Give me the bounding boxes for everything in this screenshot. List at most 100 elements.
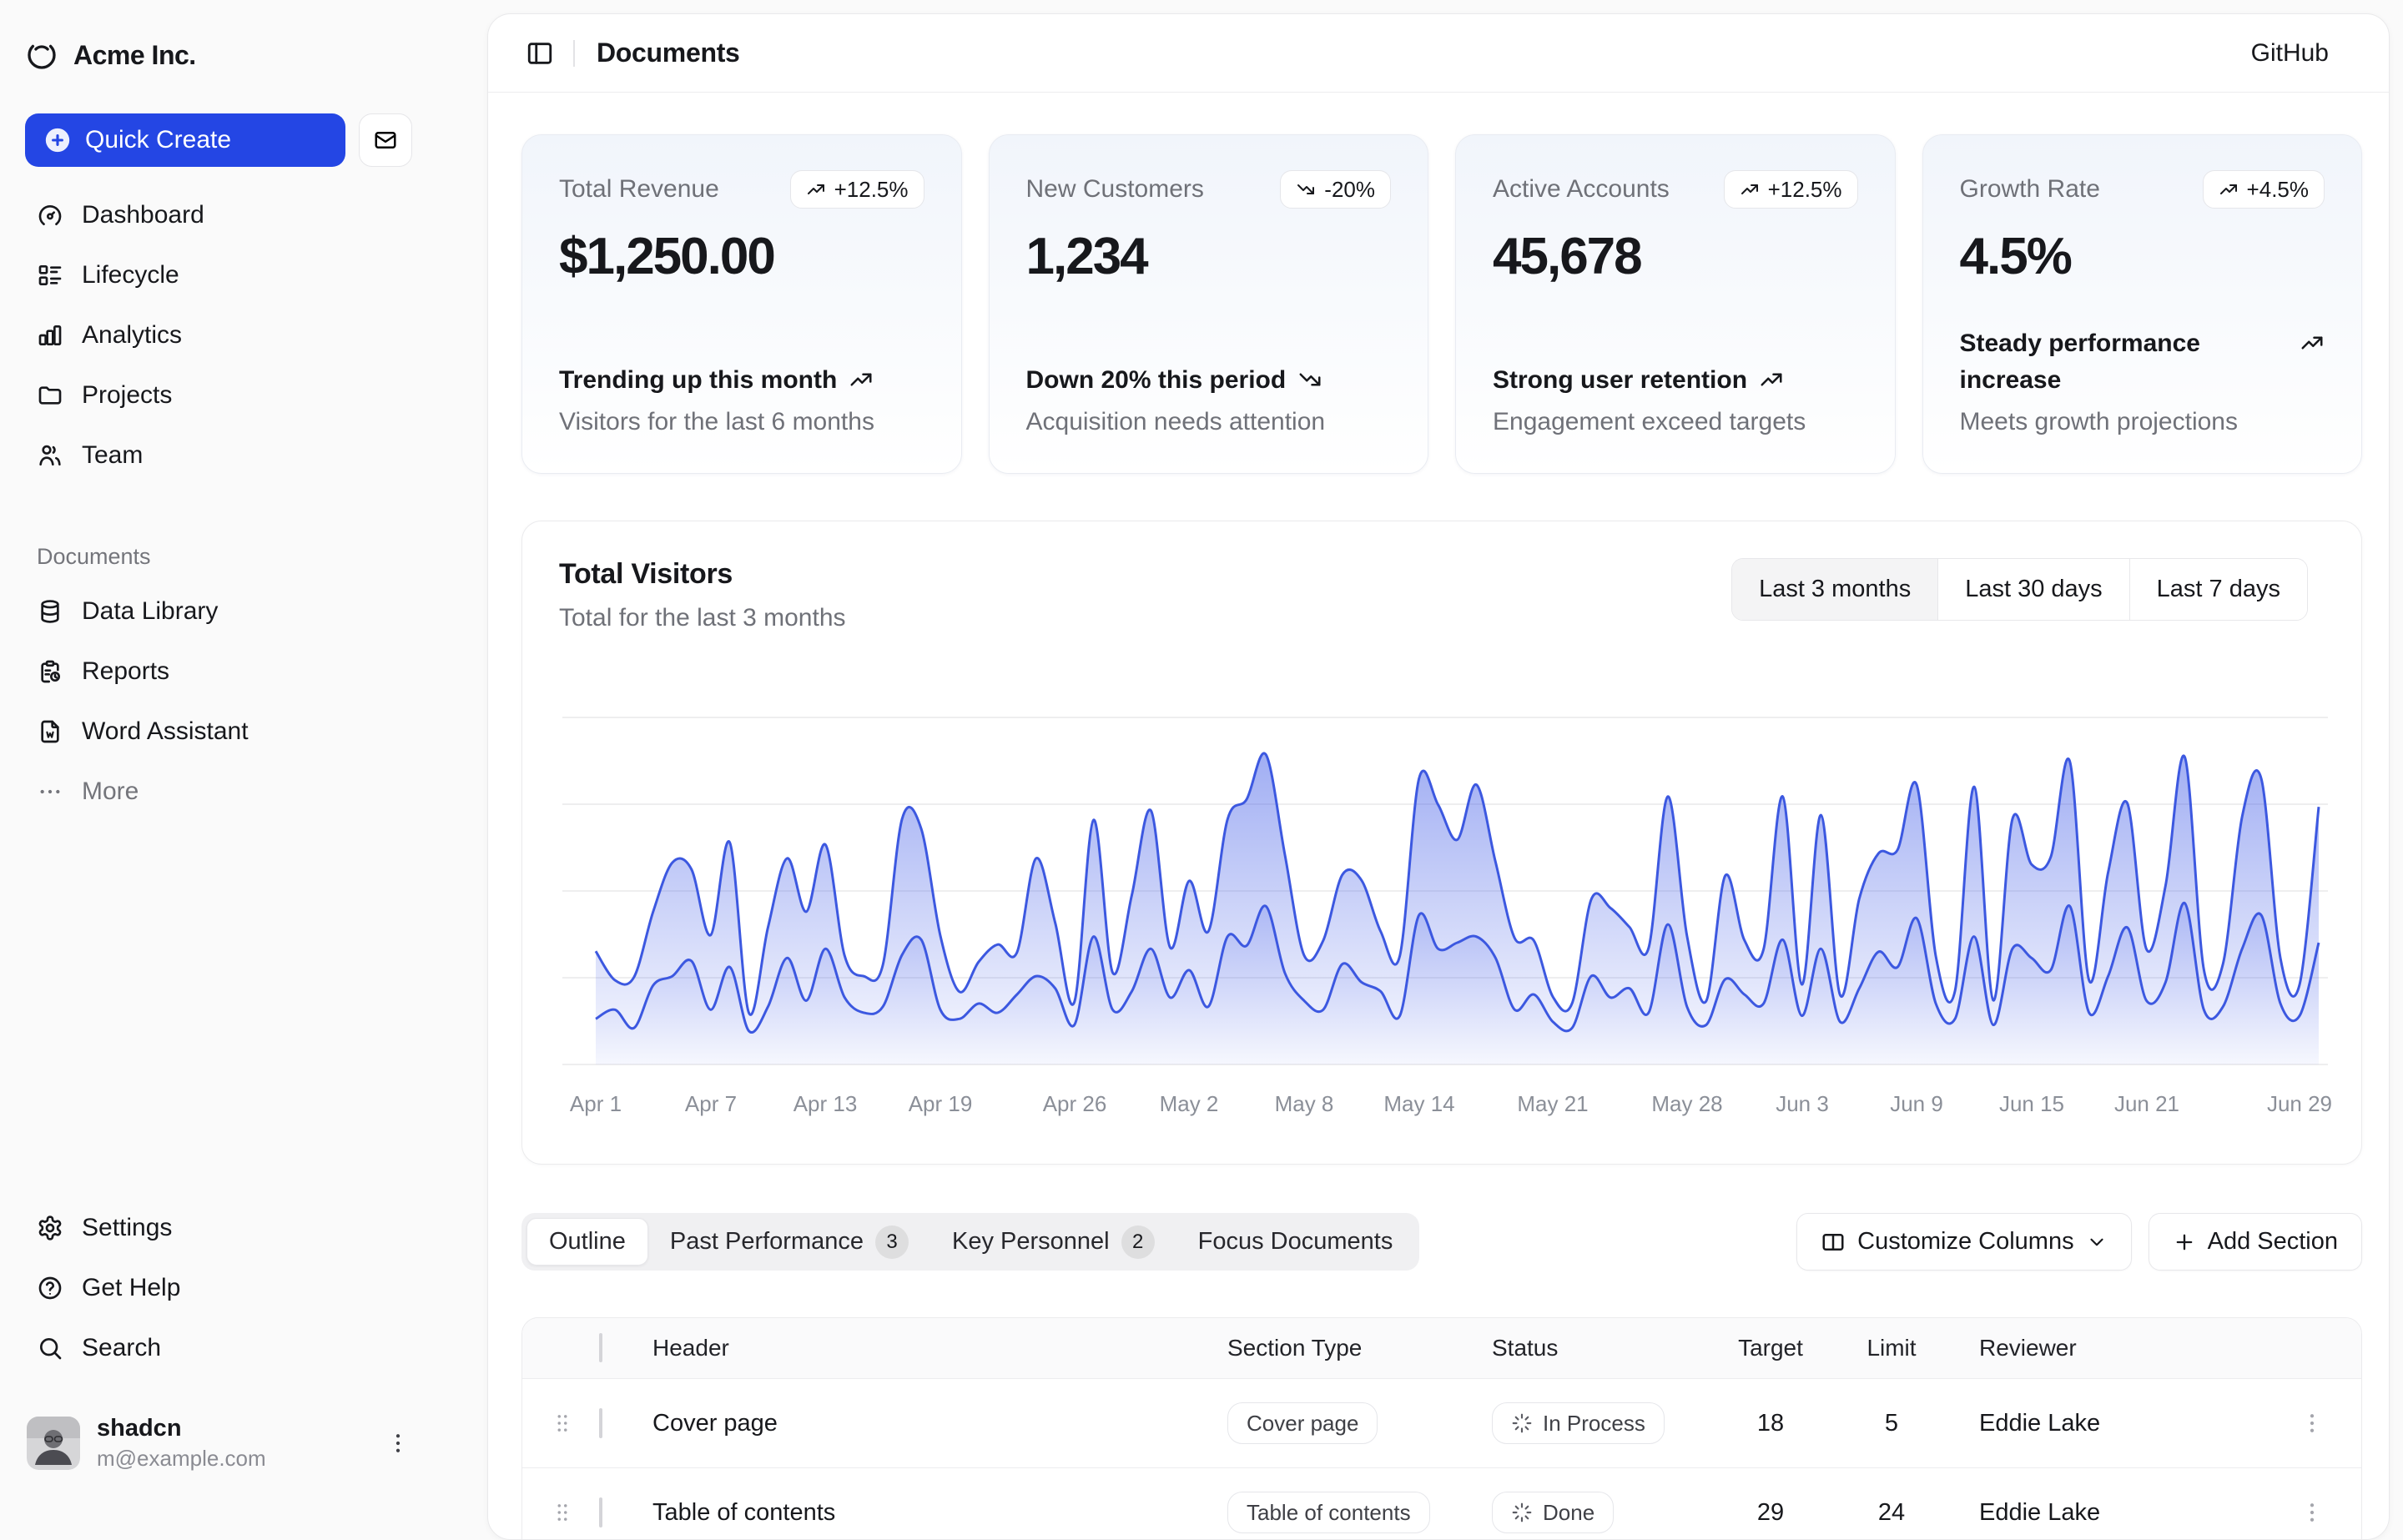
ellipsis-icon xyxy=(37,778,63,805)
sidebar-item-settings[interactable]: Settings xyxy=(25,1201,412,1255)
trending-up-icon xyxy=(806,179,826,199)
header-divider xyxy=(573,39,575,67)
stat-trend-text: Steady performance increase xyxy=(1959,330,2200,394)
column-header-limit: Limit xyxy=(1866,1335,1917,1361)
sidebar-item-get-help[interactable]: Get Help xyxy=(25,1261,412,1315)
search-icon xyxy=(37,1335,63,1361)
trend-badge-value: +4.5% xyxy=(2246,176,2309,202)
trending-up-icon xyxy=(2219,179,2239,199)
target-cell[interactable]: 18 xyxy=(1720,1410,1821,1437)
stat-card-total-revenue: Total Revenue +12.5% $1,250.00 Trending … xyxy=(521,134,962,474)
user-menu[interactable]: shadcn m@example.com xyxy=(25,1410,412,1477)
stat-card-growth-rate: Growth Rate +4.5% 4.5% Steady performanc… xyxy=(1922,134,2362,474)
row-checkbox[interactable] xyxy=(599,1407,602,1438)
sidebar-item-word-assistant[interactable]: Word Assistant xyxy=(25,705,412,758)
tab-outline[interactable]: Outline xyxy=(526,1218,648,1266)
trend-badge-value: +12.5% xyxy=(1767,176,1842,202)
tab-focus-documents[interactable]: Focus Documents xyxy=(1176,1218,1415,1266)
section-type-badge: Table of contents xyxy=(1227,1492,1430,1533)
x-tick-label: Jun 15 xyxy=(1999,1091,2064,1116)
x-tick-label: Jun 3 xyxy=(1776,1091,1829,1116)
database-icon xyxy=(37,598,63,625)
reviewer-cell[interactable]: Eddie Lake xyxy=(1962,1499,2263,1527)
table-header-row: Header Section Type Status Target Limit … xyxy=(522,1318,2361,1379)
user-name: shadcn xyxy=(97,1415,182,1442)
github-link[interactable]: GitHub xyxy=(2251,39,2329,68)
x-tick-label: Apr 7 xyxy=(685,1091,737,1116)
sidebar-documents-nav: Data Library Reports Word Assistant More xyxy=(25,581,412,822)
stat-card-new-customers: New Customers -20% 1,234 Down 20% this p… xyxy=(988,134,1428,474)
add-section-label: Add Section xyxy=(2207,1228,2338,1255)
stat-title: Active Accounts xyxy=(1493,175,1670,203)
tab-count-badge: 2 xyxy=(1121,1225,1155,1259)
logo-icon xyxy=(25,38,58,72)
trend-badge: +12.5% xyxy=(1723,170,1858,209)
x-tick-label: May 21 xyxy=(1517,1091,1588,1116)
kebab-icon[interactable] xyxy=(385,1431,411,1456)
row-header-cell[interactable]: Cover page xyxy=(629,1410,1227,1437)
view-tabs: Outline Past Performance 3 Key Personnel 2 Fo… xyxy=(521,1213,1420,1271)
mail-icon xyxy=(373,128,398,153)
range-button-last-7-days[interactable]: Last 7 days xyxy=(2128,559,2307,620)
sidebar: Acme Inc. Quick Create Dashboard Lifecyc… xyxy=(0,0,487,1502)
sidebar-item-team[interactable]: Team xyxy=(25,429,412,482)
nav-label: Dashboard xyxy=(82,201,204,229)
reviewer-cell[interactable]: Eddie Lake xyxy=(1962,1410,2263,1437)
column-header-reviewer: Reviewer xyxy=(1979,1335,2077,1361)
x-tick-label: Jun 9 xyxy=(1890,1091,1943,1116)
trending-down-icon xyxy=(1296,179,1316,199)
tab-label: Key Personnel xyxy=(952,1228,1110,1255)
plus-icon xyxy=(2173,1230,2196,1254)
trending-up-icon xyxy=(1759,367,1784,392)
stat-trend-text: Trending up this month xyxy=(559,365,838,394)
stat-value: 1,234 xyxy=(1025,228,1149,285)
nav-label: More xyxy=(82,778,139,805)
inbox-button[interactable] xyxy=(359,113,412,167)
customize-columns-button[interactable]: Customize Columns xyxy=(1796,1213,2132,1271)
brand[interactable]: Acme Inc. xyxy=(25,35,412,75)
trend-badge: +4.5% xyxy=(2202,170,2325,209)
stat-subtitle: Visitors for the last 6 months xyxy=(559,408,874,435)
trend-badge-value: -20% xyxy=(1324,176,1375,202)
sidebar-item-dashboard[interactable]: Dashboard xyxy=(25,189,412,242)
limit-cell[interactable]: 5 xyxy=(1821,1410,1962,1437)
tab-count-badge: 3 xyxy=(875,1225,909,1259)
sidebar-item-projects[interactable]: Projects xyxy=(25,369,412,422)
x-tick-label: Apr 26 xyxy=(1043,1091,1107,1116)
row-header-cell[interactable]: Table of contents xyxy=(629,1499,1227,1527)
range-button-last-3-months[interactable]: Last 3 months xyxy=(1732,559,1938,620)
x-tick-label: Jun 29 xyxy=(2267,1091,2332,1116)
sidebar-toggle-button[interactable] xyxy=(518,32,562,75)
select-all-checkbox[interactable] xyxy=(599,1333,602,1362)
section-type-badge: Cover page xyxy=(1227,1402,1378,1444)
range-button-last-30-days[interactable]: Last 30 days xyxy=(1937,559,2129,620)
limit-cell[interactable]: 24 xyxy=(1821,1499,1962,1527)
sidebar-item-analytics[interactable]: Analytics xyxy=(25,309,412,362)
quick-create-label: Quick Create xyxy=(85,126,232,153)
quick-create-button[interactable]: Quick Create xyxy=(25,113,345,167)
row-actions-button[interactable] xyxy=(2289,1400,2335,1447)
sidebar-item-data-library[interactable]: Data Library xyxy=(25,585,412,638)
column-header-header: Header xyxy=(652,1335,729,1361)
nav-label: Word Assistant xyxy=(82,717,249,745)
bar-chart-icon xyxy=(37,322,63,349)
nav-label: Analytics xyxy=(82,321,183,349)
sidebar-footer-nav: Settings Get Help Search xyxy=(25,1198,412,1378)
drag-handle-icon[interactable] xyxy=(546,1500,579,1525)
tab-past-performance[interactable]: Past Performance 3 xyxy=(648,1218,930,1266)
stat-title: New Customers xyxy=(1025,175,1204,203)
stat-value: 4.5% xyxy=(1959,228,2073,285)
stat-subtitle: Meets growth projections xyxy=(1959,408,2239,435)
chevron-down-icon xyxy=(2086,1231,2108,1253)
sidebar-item-search[interactable]: Search xyxy=(25,1321,412,1375)
sidebar-item-more[interactable]: More xyxy=(25,765,412,818)
sidebar-item-lifecycle[interactable]: Lifecycle xyxy=(25,249,412,302)
target-cell[interactable]: 29 xyxy=(1720,1499,1821,1527)
row-actions-button[interactable] xyxy=(2289,1489,2335,1536)
stat-value: 45,678 xyxy=(1493,228,1643,285)
sidebar-item-reports[interactable]: Reports xyxy=(25,645,412,698)
drag-handle-icon[interactable] xyxy=(546,1411,579,1436)
tab-key-personnel[interactable]: Key Personnel 2 xyxy=(930,1218,1176,1266)
visitors-chart-card: Total Visitors Total for the last 3 mont… xyxy=(521,521,2362,1165)
add-section-button[interactable]: Add Section xyxy=(2148,1213,2362,1271)
